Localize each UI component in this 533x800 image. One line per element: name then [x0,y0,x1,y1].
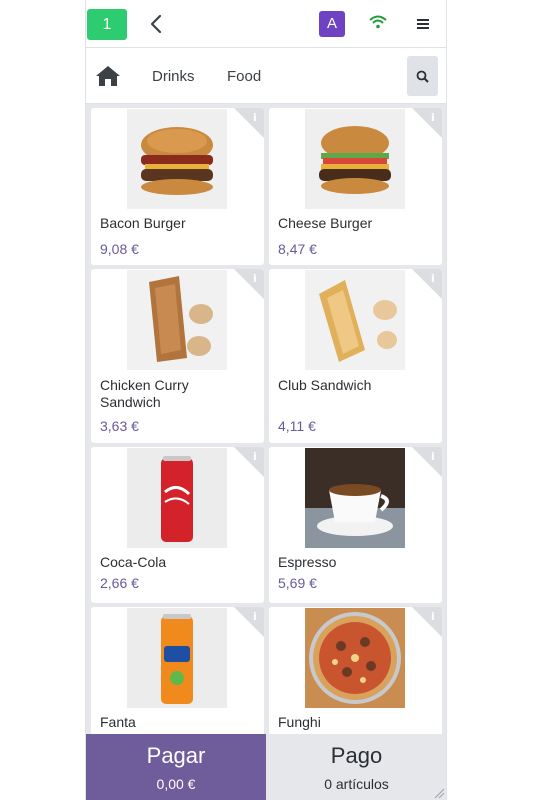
product-name: Bacon Burger [100,215,186,231]
top-bar: 1 A [86,0,446,48]
svg-text:i: i [431,610,435,623]
product-image-bacon-burger [127,109,227,209]
product-name: Espresso [278,554,337,570]
product-card[interactable]: i Espresso 5,69 € [269,447,442,603]
info-icon[interactable]: i [412,269,442,299]
product-image-cheese-burger [305,109,405,209]
product-image-espresso-cup [305,448,405,548]
product-card[interactable]: i Club Sandwich 4,11 € [269,269,442,443]
product-image-club-sandwich [305,270,405,370]
info-icon[interactable]: i [234,447,264,477]
product-price: 3,63 € [100,418,139,434]
info-icon[interactable]: i [412,607,442,637]
product-name: Club Sandwich [278,377,372,393]
product-card[interactable]: i Fanta [91,607,264,734]
product-price: 5,69 € [278,575,317,591]
product-name: Chicken Curry Sandwich [100,377,189,410]
pay-button[interactable]: Pagar 0,00 € [86,734,266,800]
info-icon[interactable]: i [412,447,442,477]
product-image-coca-cola-can [127,448,227,548]
category-drinks[interactable]: Drinks [152,68,195,85]
pay-amount: 0,00 € [156,776,196,792]
product-card[interactable]: i Funghi [269,607,442,734]
product-card[interactable]: i Coca-Cola 2,66 € [91,447,264,603]
order-label: Pago [330,743,383,768]
info-icon[interactable]: i [412,108,442,138]
product-name: Coca-Cola [100,554,167,570]
info-icon[interactable]: i [234,607,264,637]
search-icon [416,70,429,83]
product-name: Fanta [100,714,136,730]
info-icon[interactable]: i [234,269,264,299]
product-name: Cheese Burger [278,215,373,231]
svg-text:i: i [253,272,257,285]
order-number-badge[interactable]: 1 [87,9,127,40]
order-button[interactable]: Pago 0 artículos [266,734,446,800]
product-price: 8,47 € [278,241,317,257]
product-image-funghi-pizza [305,608,405,708]
back-icon[interactable] [146,12,168,36]
category-bar: Drinks Food [86,48,446,104]
product-price: 4,11 € [278,418,316,434]
pay-label: Pagar [146,743,206,768]
svg-text:i: i [253,610,257,623]
product-price: 9,08 € [100,241,139,257]
product-image-fanta-can [127,608,227,708]
svg-text:i: i [253,111,257,124]
svg-text:i: i [431,450,435,463]
resize-handle-icon[interactable] [433,786,445,799]
hamburger-menu-icon[interactable] [416,17,431,31]
product-grid: i Bacon Burger 9,08 € i Cheese Burger 8,… [86,104,446,734]
pos-app: 1 A Drinks Food i Bacon Burger 9,08 € i … [85,0,447,800]
product-card[interactable]: i Cheese Burger 8,47 € [269,108,442,265]
user-avatar[interactable]: A [319,11,345,37]
home-icon[interactable] [95,64,121,88]
svg-text:i: i [431,272,435,285]
product-price: 2,66 € [100,575,139,591]
info-icon[interactable]: i [234,108,264,138]
product-image-chicken-curry-sandwich [127,270,227,370]
search-button[interactable] [407,56,438,96]
product-name: Funghi [278,714,321,730]
wifi-icon [369,15,387,29]
category-food[interactable]: Food [227,68,261,85]
product-card[interactable]: i Chicken Curry Sandwich 3,63 € [91,269,264,443]
order-item-count: 0 artículos [324,776,389,792]
svg-text:i: i [253,450,257,463]
svg-text:i: i [431,111,435,124]
product-card[interactable]: i Bacon Burger 9,08 € [91,108,264,265]
